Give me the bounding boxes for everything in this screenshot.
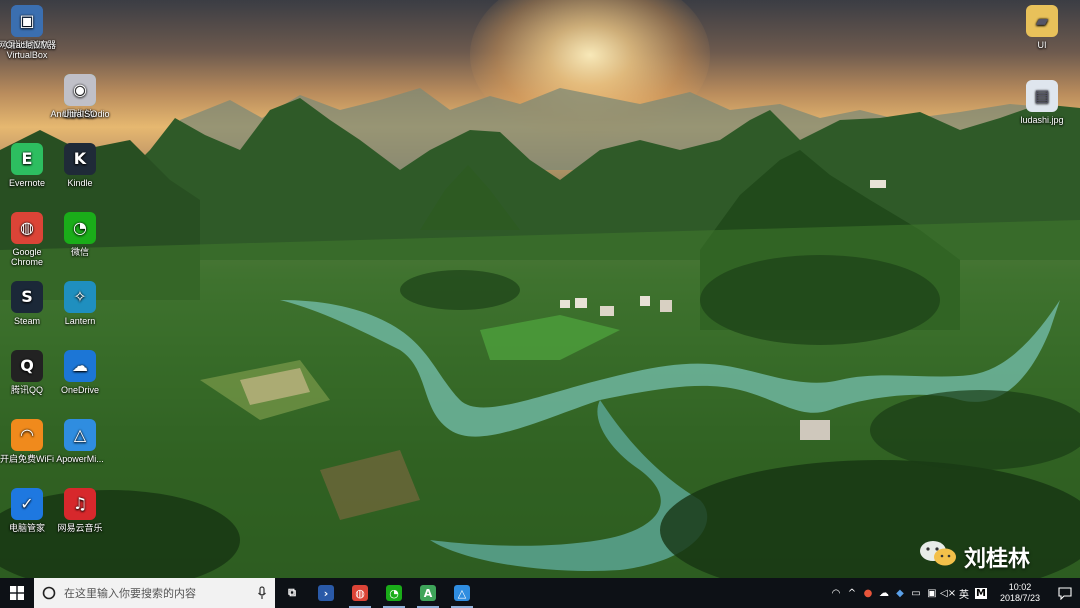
shield-tray-icon[interactable]: ◆ — [892, 588, 908, 599]
search-placeholder: 在这里输入你要搜索的内容 — [64, 588, 196, 600]
android-studio-icon: A — [420, 585, 436, 601]
input-language-indicator[interactable]: 英 — [956, 586, 972, 601]
desktop-icon[interactable]: ◔ 微信 — [50, 212, 110, 257]
desktop-icon[interactable]: ◠ 开启免费WiFi — [0, 419, 57, 464]
ime-mode-indicator[interactable]: M — [975, 587, 987, 599]
powershell-icon: › — [318, 585, 334, 601]
desktop-icon-label: Steam — [13, 316, 40, 326]
start-button[interactable] — [0, 578, 34, 608]
desktop-icon[interactable]: ◍ Google Chrome — [0, 212, 57, 267]
desktop-icon[interactable]: S Steam — [0, 281, 57, 326]
task-view-icon: ⧉ — [288, 586, 296, 599]
netease-music-icon: ♫ — [64, 488, 96, 520]
taskbar: 在这里输入你要搜索的内容 ⧉ › ◍ ◔ A △ ◠ ^ ● ☁ ◆ ▭ ▣ ◁× 英 M… — [0, 578, 1080, 608]
wallpaper-landscape — [0, 88, 1080, 578]
search-ring-icon — [42, 586, 56, 600]
apowermirror-icon: △ — [64, 419, 96, 451]
free-wifi-icon: ◠ — [11, 419, 43, 451]
desktop-icon-label: Oracle VM VirtualBox — [5, 40, 49, 60]
desktop-icon-label: Lantern — [64, 316, 96, 326]
desktop-icon[interactable]: ✧ Lantern — [50, 281, 110, 326]
apowermirror-icon: △ — [454, 585, 470, 601]
desktop-icon-label: OneDrive — [60, 385, 99, 395]
desktop-icon-label: 微信 — [70, 247, 89, 257]
cloud-tray-icon[interactable]: ☁ — [876, 588, 892, 599]
notification-icon — [1058, 587, 1072, 600]
watermark: 刘桂林 — [918, 533, 1058, 577]
desktop-icon-label: 腾讯QQ — [10, 385, 43, 395]
desktop-icon[interactable]: ☁ OneDrive — [50, 350, 110, 395]
desktop-icon[interactable]: Q 腾讯QQ — [0, 350, 57, 395]
taskbar-search-box[interactable]: 在这里输入你要搜索的内容 — [34, 578, 275, 608]
wechat-official-account-icon — [920, 541, 956, 566]
desktop-icon-label: ludashi.jpg — [1020, 115, 1064, 125]
desktop-icon-label: Evernote — [8, 178, 46, 188]
wifi-icon[interactable]: ◠ — [828, 588, 844, 599]
virtualbox-icon: ▣ — [11, 5, 43, 37]
clock-date: 2018/7/23 — [999, 593, 1041, 603]
desktop-icon[interactable]: ▰ UI — [1012, 5, 1072, 50]
tray-app-icon[interactable]: ● — [860, 588, 876, 599]
chrome-icon: ◍ — [352, 585, 368, 601]
desktop-icon-label: ApowerMi... — [56, 454, 104, 464]
desktop-icon[interactable]: E Evernote — [0, 143, 57, 188]
desktop-icon-label: 电脑管家 — [8, 523, 45, 533]
desktop-icon-label: UI — [1037, 40, 1047, 50]
system-tray: ◠ ^ ● ☁ ◆ ▭ ▣ ◁× 英 M — [828, 578, 990, 608]
clock-time: 10:02 — [1008, 582, 1032, 592]
desktop-icon-label: Kindle — [67, 178, 93, 188]
taskbar-app-task-view[interactable]: ⧉ — [275, 578, 309, 608]
taskbar-app-android-studio[interactable]: A — [411, 578, 445, 608]
onedrive-icon: ☁ — [64, 350, 96, 382]
desktop-icon-label: 网易云音乐 — [57, 523, 103, 533]
desktop-icon-label: 开启免费WiFi — [0, 454, 54, 464]
windows-logo-icon — [10, 586, 24, 600]
action-center-button[interactable] — [1050, 578, 1080, 608]
desktop-wallpaper — [0, 0, 1080, 578]
image-file-icon: ▤ — [1026, 80, 1058, 112]
desktop-icon-label: Google Chrome — [10, 247, 43, 267]
desktop-icon[interactable]: ▣ Oracle VM VirtualBox — [0, 5, 57, 60]
watermark-text: 刘桂林 — [964, 547, 1031, 572]
desktop-icon[interactable]: K Kindle — [50, 143, 110, 188]
desktop-icon[interactable]: ♫ 网易云音乐 — [50, 488, 110, 533]
evernote-icon: E — [11, 143, 43, 175]
chrome-icon: ◍ — [11, 212, 43, 244]
lantern-icon: ✧ — [64, 281, 96, 313]
qq-icon: Q — [11, 350, 43, 382]
wechat-icon: ◔ — [64, 212, 96, 244]
battery-icon[interactable]: ▭ — [908, 588, 924, 599]
taskbar-pinned-apps: ⧉ › ◍ ◔ A △ — [275, 578, 479, 608]
taskbar-app-wechat[interactable]: ◔ — [377, 578, 411, 608]
volume-muted-icon[interactable]: ◁× — [940, 588, 956, 599]
desktop-icon[interactable]: △ ApowerMi... — [50, 419, 110, 464]
show-hidden-icons-icon[interactable]: ^ — [844, 588, 860, 599]
folder-icon: ▰ — [1026, 5, 1058, 37]
desktop-icon[interactable]: ▤ ludashi.jpg — [1012, 80, 1072, 125]
pc-manager-icon: ✓ — [11, 488, 43, 520]
ultraiso-icon: ◉ — [64, 74, 96, 106]
desktop-icon-label: UltraISO — [62, 109, 98, 119]
desktop-icon[interactable]: ✓ 电脑管家 — [0, 488, 57, 533]
taskbar-app-powershell[interactable]: › — [309, 578, 343, 608]
network-icon[interactable]: ▣ — [924, 588, 940, 599]
kindle-icon: K — [64, 143, 96, 175]
steam-icon: S — [11, 281, 43, 313]
desktop-icon[interactable]: ◉ UltraISO — [50, 74, 110, 119]
microphone-icon[interactable] — [257, 586, 267, 600]
taskbar-clock[interactable]: 10:02 2018/7/23 — [990, 582, 1050, 604]
taskbar-app-apowermirror[interactable]: △ — [445, 578, 479, 608]
taskbar-app-chrome[interactable]: ◍ — [343, 578, 377, 608]
wechat-icon: ◔ — [386, 585, 402, 601]
